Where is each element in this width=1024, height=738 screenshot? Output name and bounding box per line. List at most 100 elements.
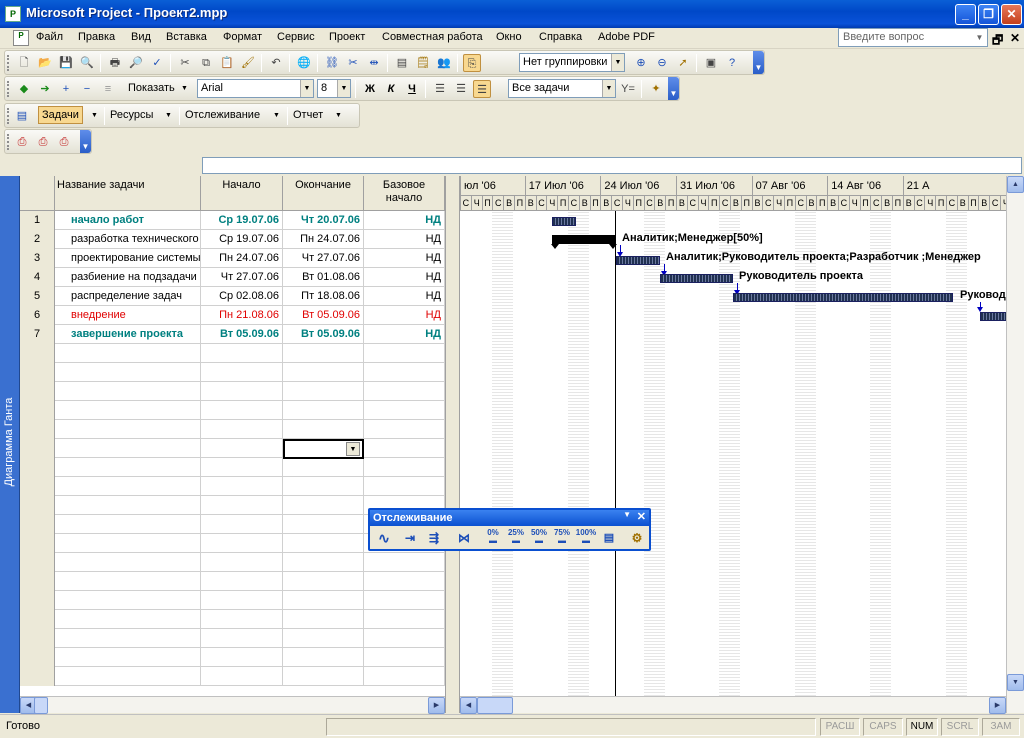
autofilter-icon[interactable]: Y= xyxy=(619,80,637,98)
task-name-cell[interactable] xyxy=(55,629,201,648)
table-row[interactable]: 4 разбиение на подзадачи Чт 27.07.06 Вт 01.… xyxy=(20,268,445,287)
chevron-down-icon[interactable]: ▼ xyxy=(602,80,615,97)
zoom-out-icon[interactable]: ⊖ xyxy=(653,54,671,72)
scroll-right-icon[interactable]: ▶ xyxy=(989,697,1006,714)
close-icon[interactable]: ✕ xyxy=(637,510,646,523)
table-horizontal-scrollbar[interactable]: ◀ ▶ xyxy=(20,696,445,714)
split-task-icon[interactable]: ⇹ xyxy=(365,54,383,72)
task-name-cell[interactable] xyxy=(55,363,201,382)
row-id[interactable]: 7 xyxy=(20,325,55,344)
start-cell[interactable] xyxy=(201,496,283,515)
font-select[interactable]: Arial ▼ xyxy=(197,79,314,98)
baseline-cell[interactable] xyxy=(364,572,445,591)
update-tasks-icon[interactable]: ▤ xyxy=(599,529,619,548)
vertical-scrollbar[interactable]: ▲ ▼ xyxy=(1006,176,1024,713)
table-row[interactable]: 1 начало работ Ср 19.07.06 Чт 20.07.06 НД xyxy=(20,211,445,230)
task-name-cell[interactable] xyxy=(55,420,201,439)
finish-cell[interactable] xyxy=(283,515,364,534)
task-notes-icon[interactable]: 🗒 xyxy=(414,54,432,72)
guide-resources-button[interactable]: Ресурсы xyxy=(110,109,153,121)
help-icon[interactable]: ? xyxy=(723,54,741,72)
finish-cell[interactable] xyxy=(283,344,364,363)
percent-50-button[interactable]: 50% ▬ xyxy=(529,529,549,548)
toolbar-grip[interactable] xyxy=(7,81,10,97)
font-size-select[interactable]: 8 ▼ xyxy=(317,79,351,98)
finish-cell[interactable] xyxy=(283,629,364,648)
table-row[interactable] xyxy=(20,344,445,363)
print-preview-icon[interactable]: 🔎 xyxy=(127,54,145,72)
save-icon[interactable]: 💾 xyxy=(57,54,75,72)
zoom-in-icon[interactable]: ⊕ xyxy=(632,54,650,72)
align-right-icon[interactable]: ☰ xyxy=(473,80,491,98)
baseline-cell[interactable] xyxy=(364,439,445,458)
collaborate-icon[interactable]: ⚙ xyxy=(627,529,647,548)
percent-25-button[interactable]: 25% ▬ xyxy=(506,529,526,548)
italic-button[interactable]: К xyxy=(382,80,400,98)
task-bar-5[interactable] xyxy=(733,293,953,302)
document-icon[interactable]: P xyxy=(13,30,29,46)
menu-file[interactable]: Файл xyxy=(36,31,63,43)
task-name-cell[interactable] xyxy=(55,344,201,363)
row-id[interactable]: 6 xyxy=(20,306,55,325)
baseline-cell[interactable] xyxy=(364,553,445,572)
row-id[interactable] xyxy=(20,648,55,667)
finish-cell[interactable]: Чт 27.07.06 xyxy=(283,249,364,268)
maximize-button[interactable]: ❐ xyxy=(978,4,999,25)
row-id[interactable]: 1 xyxy=(20,211,55,230)
guide-tasks-button[interactable]: Задачи xyxy=(38,106,83,124)
project-statistics-icon[interactable]: ∿ xyxy=(374,529,394,548)
add-progress-line-icon[interactable]: ⋈ xyxy=(454,529,474,548)
start-cell[interactable] xyxy=(201,401,283,420)
baseline-cell[interactable] xyxy=(364,382,445,401)
search-icon[interactable]: 🔍 xyxy=(78,54,96,72)
column-header-name[interactable]: Название задачи xyxy=(55,176,201,211)
task-name-cell[interactable] xyxy=(55,477,201,496)
start-cell[interactable]: Чт 27.07.06 xyxy=(201,268,283,287)
finish-cell[interactable] xyxy=(283,591,364,610)
row-id[interactable] xyxy=(20,363,55,382)
start-cell[interactable]: Ср 19.07.06 xyxy=(201,230,283,249)
spelling-icon[interactable]: ✓ xyxy=(148,54,166,72)
start-cell[interactable]: Пн 21.08.06 xyxy=(201,306,283,325)
baseline-cell[interactable]: НД xyxy=(364,306,445,325)
publish-icon[interactable]: ⎘ xyxy=(463,54,481,72)
chevron-down-icon[interactable]: ▼ xyxy=(165,112,172,119)
grouping-select[interactable]: Нет группировки ▼ xyxy=(519,53,625,72)
menu-collaborate[interactable]: Совместная работа xyxy=(382,31,483,43)
plus-icon[interactable]: + xyxy=(57,80,75,98)
chevron-down-icon[interactable]: ▼ xyxy=(611,54,624,71)
table-row[interactable] xyxy=(20,420,445,439)
guide-report-button[interactable]: Отчет xyxy=(293,109,323,121)
start-cell[interactable] xyxy=(201,515,283,534)
row-id[interactable] xyxy=(20,553,55,572)
row-id[interactable] xyxy=(20,534,55,553)
row-id[interactable] xyxy=(20,439,55,458)
start-cell[interactable] xyxy=(201,629,283,648)
chart-horizontal-scrollbar[interactable]: ◀ ▶ xyxy=(460,696,1006,714)
split-bar[interactable] xyxy=(445,176,460,713)
column-header-baseline[interactable]: Базовое начало xyxy=(364,176,445,211)
finish-cell[interactable]: Вт 05.09.06 xyxy=(283,306,364,325)
toolbar-grip[interactable] xyxy=(7,108,10,124)
menu-insert[interactable]: Вставка xyxy=(166,31,207,43)
table-row[interactable] xyxy=(20,648,445,667)
start-cell[interactable] xyxy=(201,477,283,496)
baseline-cell[interactable] xyxy=(364,420,445,439)
align-left-icon[interactable]: ☰ xyxy=(431,80,449,98)
finish-cell[interactable]: Вт 05.09.06 xyxy=(283,325,364,344)
row-id[interactable] xyxy=(20,667,55,686)
show-subtasks-icon[interactable]: ≡ xyxy=(99,80,117,98)
table-row[interactable] xyxy=(20,401,445,420)
new-icon[interactable]: 🗋 xyxy=(15,54,33,72)
baseline-cell[interactable]: НД xyxy=(364,249,445,268)
table-row[interactable]: 2 разработка технического Ср 19.07.06 Пн 24… xyxy=(20,230,445,249)
table-row[interactable] xyxy=(20,382,445,401)
close-doc-button[interactable]: ✕ xyxy=(1010,31,1020,45)
finish-cell[interactable] xyxy=(283,420,364,439)
menu-adobe-pdf[interactable]: Adobe PDF xyxy=(598,31,655,43)
pdf-convert-icon[interactable]: ⎙ xyxy=(13,133,31,151)
baseline-cell[interactable] xyxy=(364,629,445,648)
toolbar-grip[interactable] xyxy=(7,134,10,150)
unlink-tasks-icon[interactable]: ✂ xyxy=(344,54,362,72)
start-cell[interactable] xyxy=(201,572,283,591)
